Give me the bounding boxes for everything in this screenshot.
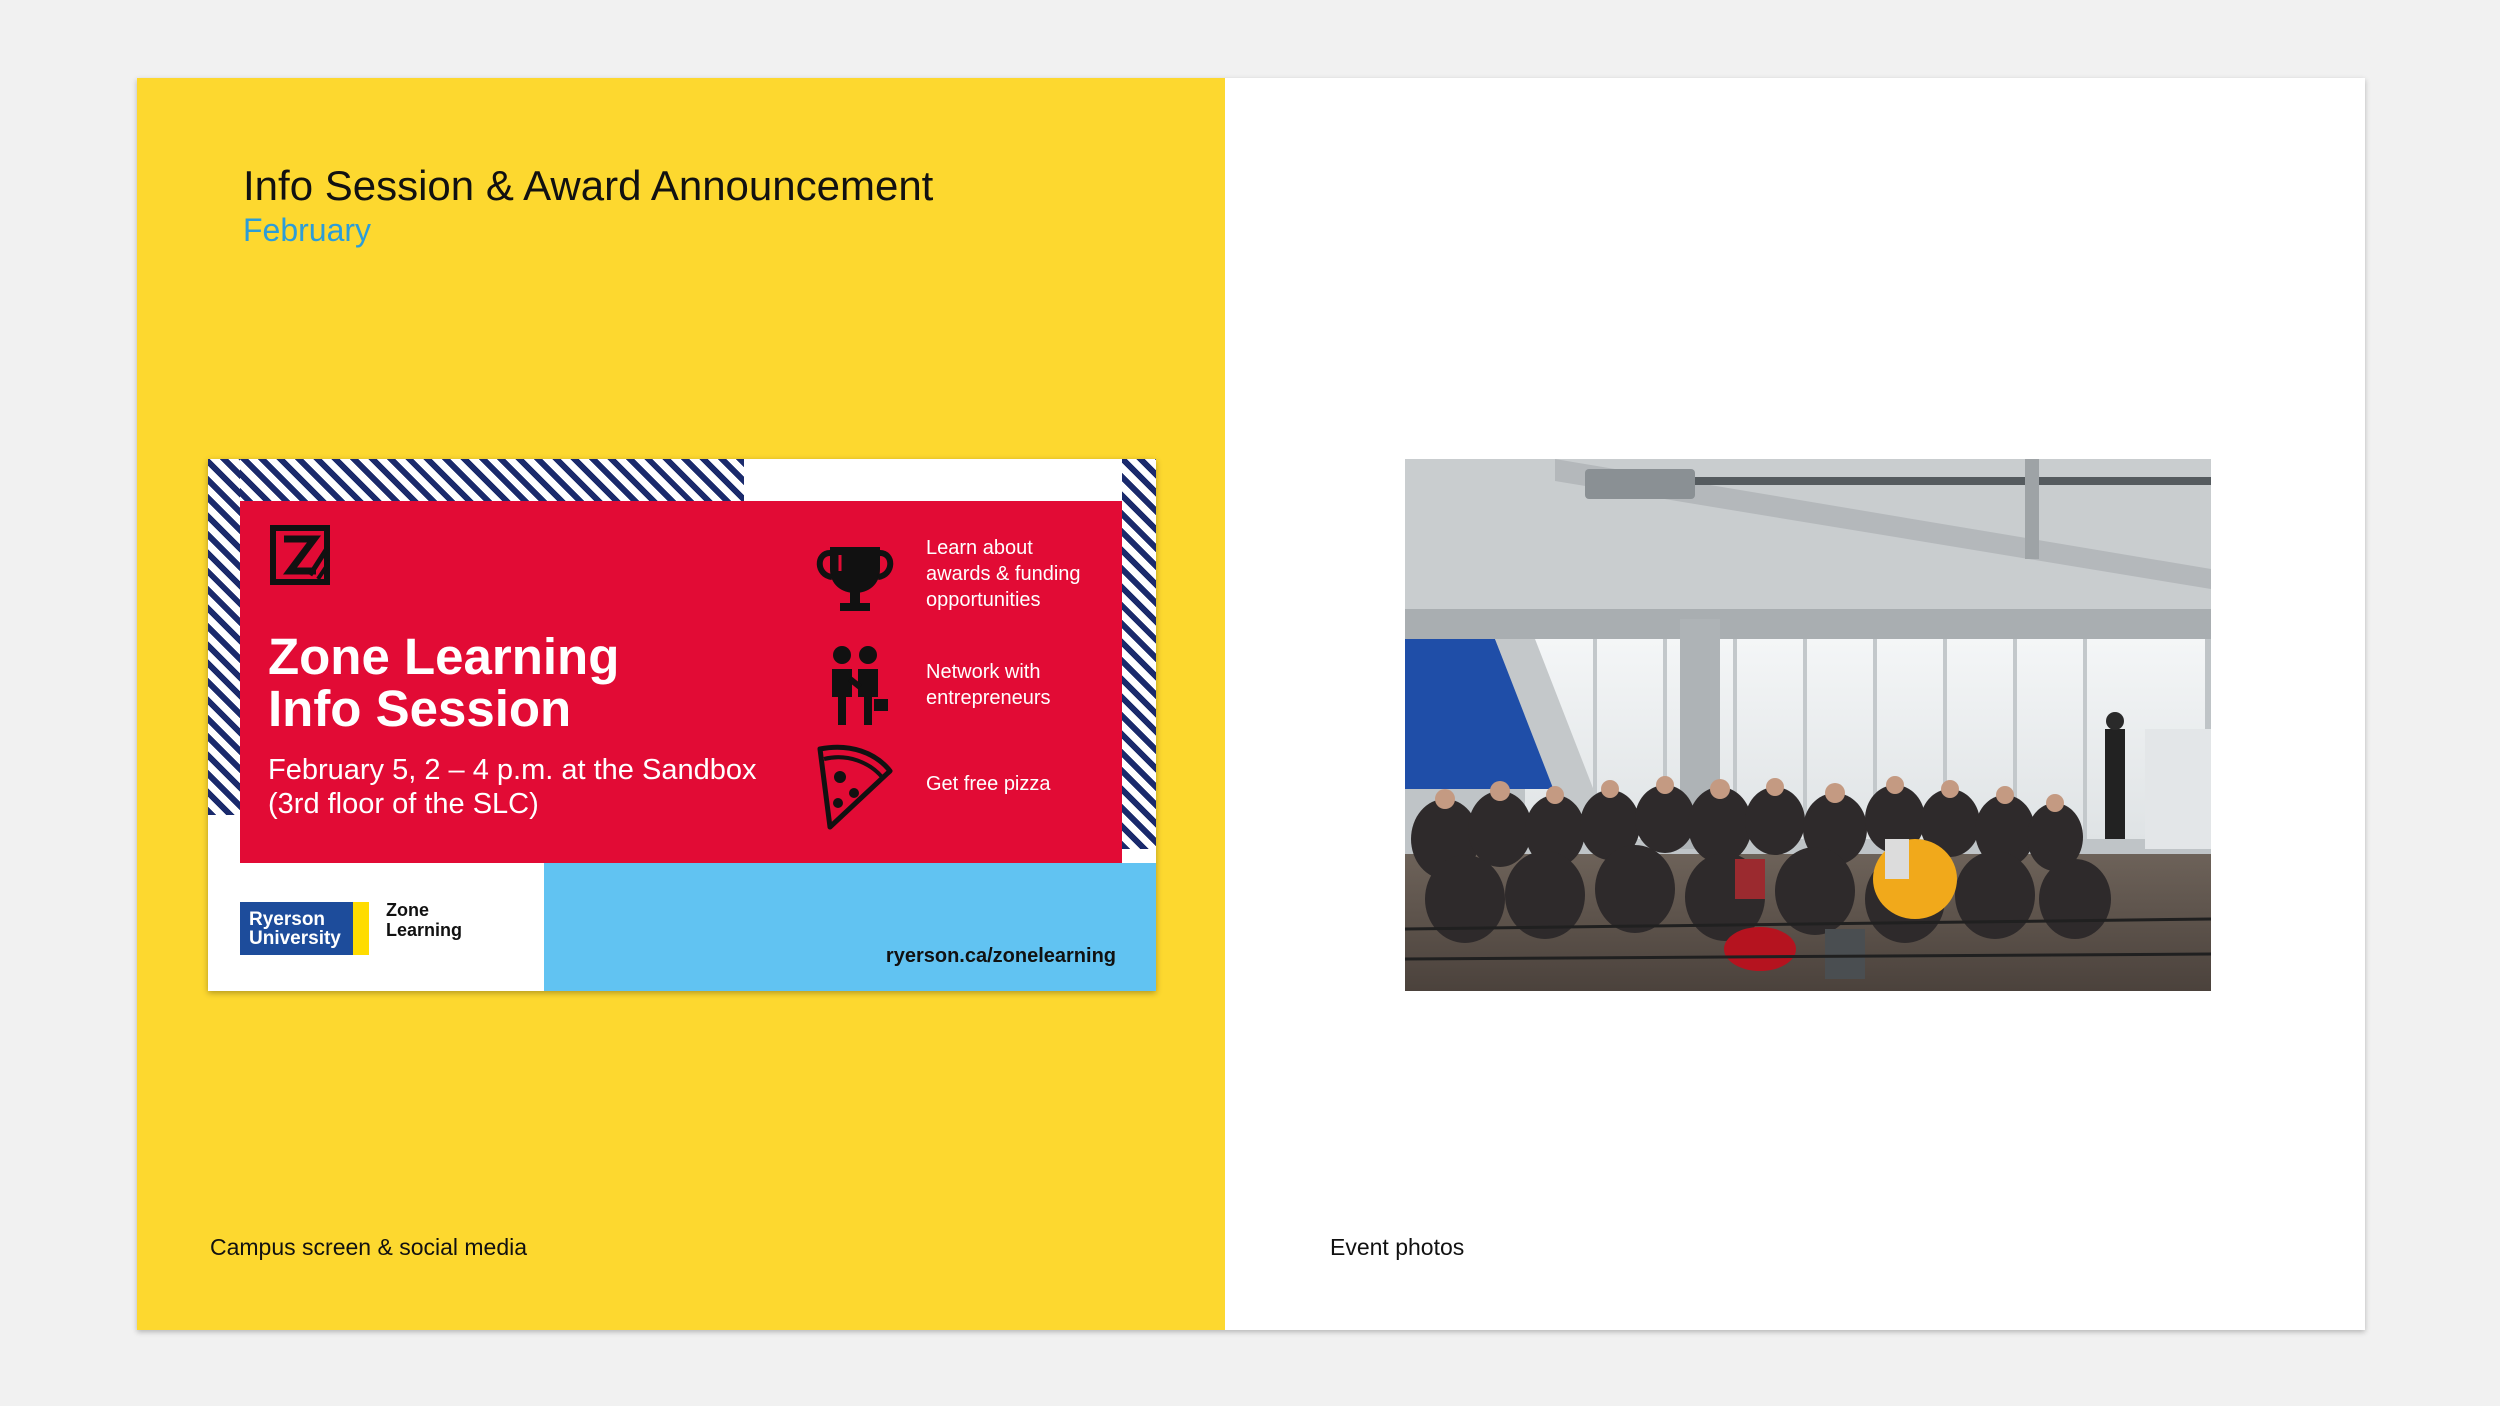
slide-subtitle: February	[243, 212, 372, 248]
feature-awards-line-2: awards & funding	[926, 563, 1081, 585]
left-panel: Info Session & Award Announcement Februa…	[137, 78, 1225, 1330]
zone-logo-icon	[270, 525, 330, 585]
feature-network-line-2: entrepreneurs	[926, 687, 1051, 709]
event-photo	[1405, 459, 2211, 991]
feature-network-line-1: Network with	[926, 661, 1041, 683]
university-line-1: Ryerson	[249, 909, 326, 930]
ryerson-logo: Ryerson University	[240, 902, 365, 955]
poster-url: ryerson.ca/zonelearning	[885, 945, 1116, 967]
event-details: February 5, 2 – 4 p.m. at the Sandbox (3…	[268, 753, 788, 821]
right-caption: Event photos	[1330, 1234, 1465, 1260]
logo-accent-bar	[353, 902, 369, 955]
zone-learning-wordmark: Zone Learning	[386, 900, 462, 940]
feature-network: Network with entrepreneurs	[810, 641, 1110, 731]
zone-line-1: Zone	[386, 900, 429, 920]
stripe-pattern-top	[208, 459, 744, 501]
feature-awards-line-3: opportunities	[926, 589, 1041, 611]
left-caption: Campus screen & social media	[210, 1234, 528, 1260]
slide-title: Info Session & Award Announcement	[243, 162, 934, 209]
headline-line-2: Info Session	[268, 680, 572, 737]
event-poster: Zone Learning Info Session February 5, 2…	[208, 459, 1156, 991]
event-date-location: February 5, 2 – 4 p.m. at the Sandbox	[268, 754, 757, 786]
pizza-icon	[817, 744, 893, 830]
audience-photo-illustration	[1405, 459, 2211, 991]
handshake-icon	[832, 646, 888, 725]
stripe-pattern-left	[208, 459, 240, 815]
feature-awards-line-1: Learn about	[926, 537, 1033, 559]
feature-awards: Learn about awards & funding opportuniti…	[810, 531, 1110, 621]
feature-awards-text: Learn about awards & funding opportuniti…	[926, 535, 1081, 613]
zone-line-2: Learning	[386, 920, 463, 940]
university-line-2: University	[249, 928, 341, 949]
feature-pizza-line-1: Get free pizza	[926, 773, 1051, 795]
stripe-pattern-right	[1122, 459, 1156, 849]
trophy-icon	[816, 547, 894, 611]
slide: Info Session & Award Announcement Februa…	[137, 78, 2365, 1330]
event-floor: (3rd floor of the SLC)	[268, 788, 539, 820]
poster-blue-band	[544, 863, 1156, 991]
headline-line-1: Zone Learning	[268, 628, 620, 685]
feature-network-text: Network with entrepreneurs	[926, 659, 1051, 711]
feature-pizza: Get free pizza	[810, 741, 1110, 831]
feature-pizza-text: Get free pizza	[926, 771, 1051, 797]
poster-headline: Zone Learning Info Session	[268, 631, 619, 735]
poster-red-card: Zone Learning Info Session February 5, 2…	[240, 501, 1122, 863]
